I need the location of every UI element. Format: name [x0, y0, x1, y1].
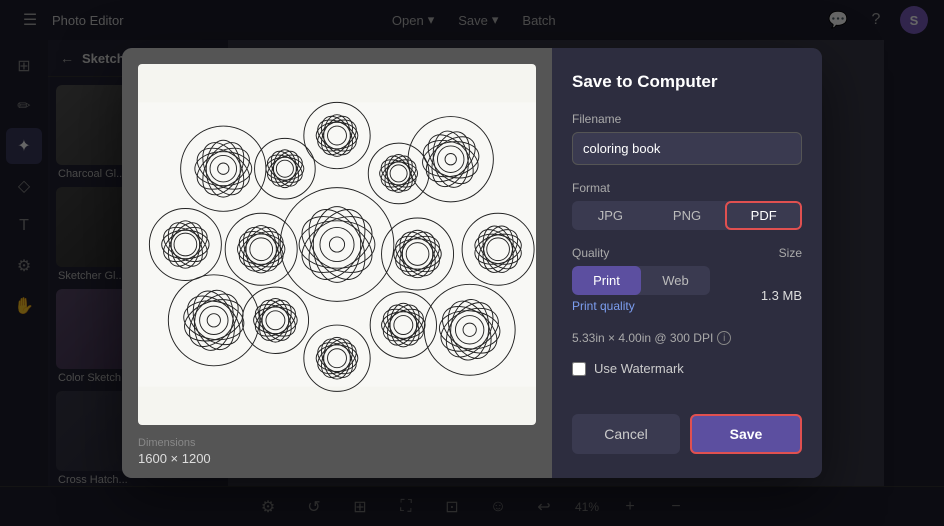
format-label: Format — [572, 181, 802, 195]
size-value: 1.3 MB — [722, 288, 802, 303]
size-column: Size 1.3 MB — [722, 246, 802, 303]
quality-button-group: Print Web — [572, 266, 710, 295]
filename-label: Filename — [572, 112, 802, 126]
quality-column: Quality Print Web Print quality — [572, 246, 710, 315]
save-button[interactable]: Save — [690, 414, 802, 454]
preview-image — [138, 64, 536, 425]
format-jpg-button[interactable]: JPG — [572, 201, 649, 230]
print-quality-link[interactable]: Print quality — [572, 299, 635, 313]
quality-size-row: Quality Print Web Print quality Size 1.3… — [572, 246, 802, 315]
format-button-group: JPG PNG PDF — [572, 201, 802, 230]
modal-preview-panel: Dimensions 1600 × 1200 — [122, 48, 552, 478]
watermark-row: Use Watermark — [572, 361, 802, 376]
modal-overlay: Dimensions 1600 × 1200 Save to Computer … — [0, 0, 944, 526]
filename-field-group: Filename — [572, 112, 802, 165]
format-pdf-button[interactable]: PDF — [725, 201, 802, 230]
format-field-group: Format JPG PNG PDF — [572, 181, 802, 230]
quality-web-button[interactable]: Web — [641, 266, 710, 295]
quality-label: Quality — [572, 246, 710, 260]
watermark-checkbox[interactable] — [572, 362, 586, 376]
preview-meta: Dimensions 1600 × 1200 — [122, 425, 552, 478]
modal-footer: Cancel Save — [572, 414, 802, 454]
size-label: Size — [722, 246, 802, 260]
dimensions-label: Dimensions — [138, 437, 536, 449]
watermark-label: Use Watermark — [594, 361, 684, 376]
format-png-button[interactable]: PNG — [649, 201, 726, 230]
dimensions-text: 5.33in × 4.00in @ 300 DPI — [572, 331, 713, 345]
save-to-computer-modal: Dimensions 1600 × 1200 Save to Computer … — [122, 48, 822, 478]
filename-input[interactable] — [572, 132, 802, 165]
preview-svg — [138, 64, 536, 425]
cancel-button[interactable]: Cancel — [572, 414, 680, 454]
dimensions-value: 1600 × 1200 — [138, 451, 536, 466]
dimensions-info-row: 5.33in × 4.00in @ 300 DPI i — [572, 331, 802, 345]
info-icon[interactable]: i — [717, 331, 731, 345]
modal-title: Save to Computer — [572, 72, 802, 92]
quality-print-button[interactable]: Print — [572, 266, 641, 295]
modal-controls-panel: Save to Computer Filename Format JPG PNG… — [552, 48, 822, 478]
